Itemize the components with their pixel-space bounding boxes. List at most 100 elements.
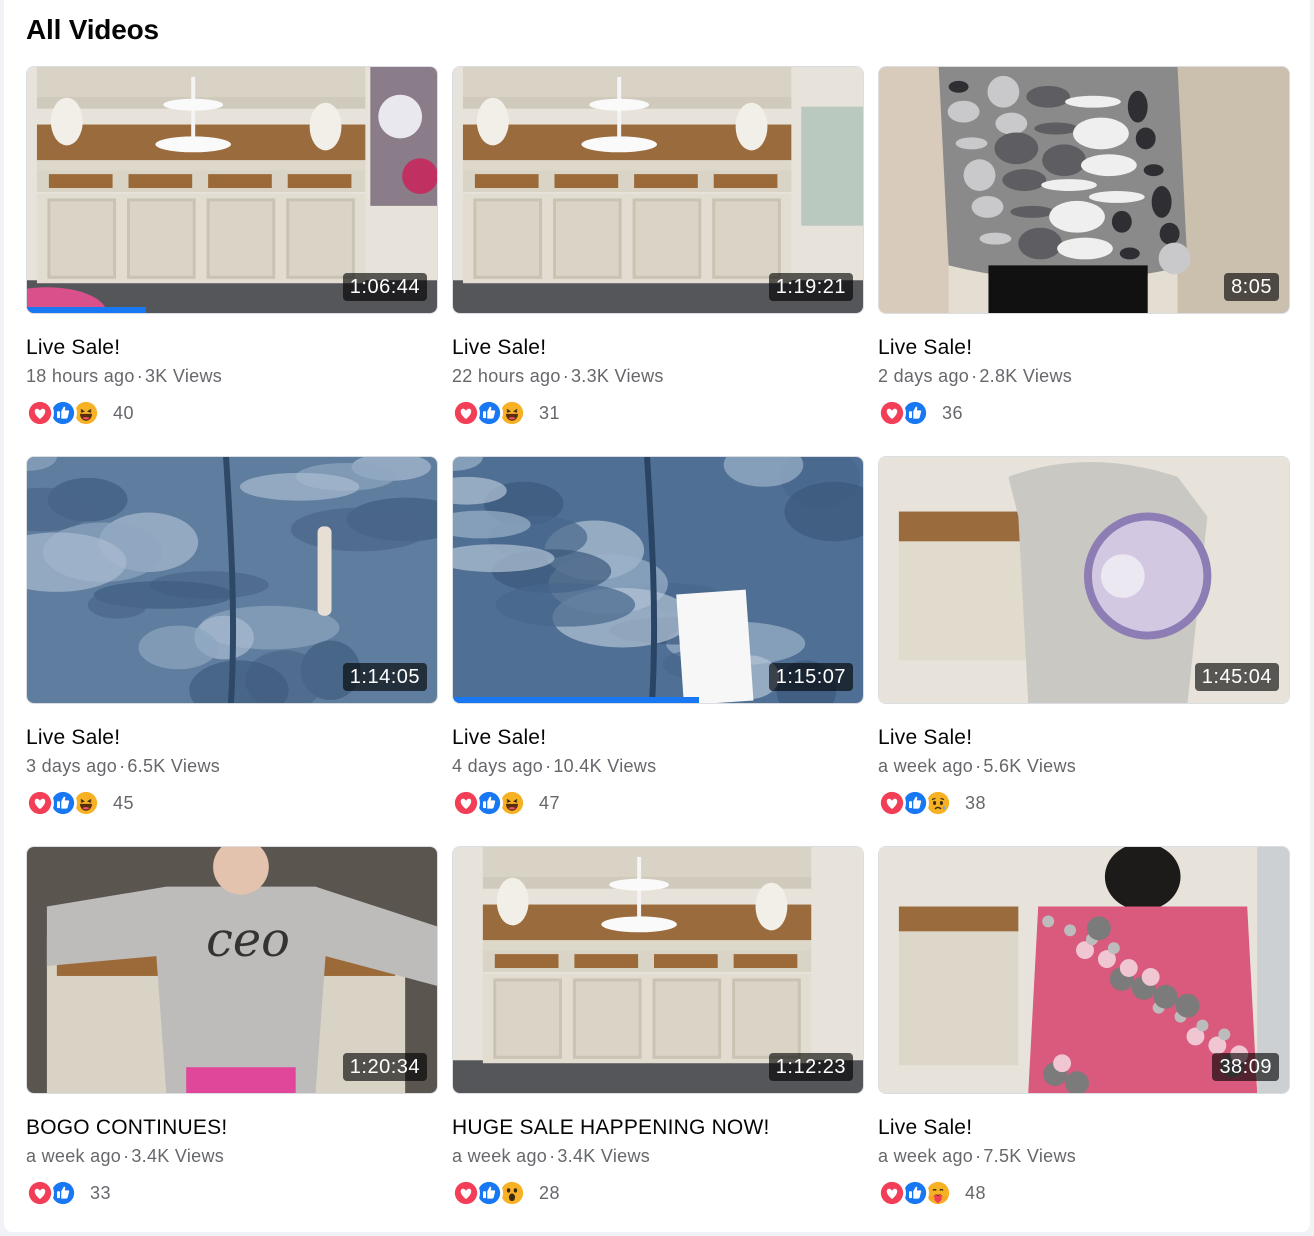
video-thumbnail[interactable]: 38:09 [878,846,1290,1094]
video-posted-time: a week ago [452,1146,548,1166]
video-card[interactable]: 8:05 Live Sale! 2 days ago · 2.8K Views … [878,66,1290,456]
video-thumbnail[interactable]: ceo 1:20:34 [26,846,438,1094]
video-meta: a week ago · 7.5K Views [878,1144,1076,1168]
reactions-summary[interactable]: 45 [26,788,134,818]
meta-separator: · [562,366,569,386]
reaction-icons [878,1179,952,1207]
video-posted-time: 3 days ago [26,756,118,776]
reactions-summary[interactable]: 40 [26,398,134,428]
reaction-count: 38 [965,792,987,813]
video-card[interactable]: 1:06:44 Live Sale! 18 hours ago · 3K Vie… [26,66,438,456]
video-view-count: 10.4K Views [553,756,657,776]
reaction-icons [452,1179,526,1207]
video-duration: 8:05 [1224,273,1279,301]
love-icon [26,789,54,817]
video-title[interactable]: Live Sale! [878,334,972,362]
video-meta: 2 days ago · 2.8K Views [878,364,1072,388]
video-meta: a week ago · 3.4K Views [26,1144,224,1168]
meta-separator: · [119,756,126,776]
video-meta: 3 days ago · 6.5K Views [26,754,220,778]
reaction-count: 31 [539,402,561,423]
video-title[interactable]: Live Sale! [452,334,546,362]
video-thumbnail[interactable]: 1:14:05 [26,456,438,704]
meta-separator: · [123,1146,130,1166]
reaction-icons [26,1179,77,1207]
love-icon [452,789,480,817]
video-grid: 1:06:44 Live Sale! 18 hours ago · 3K Vie… [26,66,1290,1236]
video-title[interactable]: BOGO CONTINUES! [26,1114,227,1142]
reactions-summary[interactable]: 31 [452,398,560,428]
reaction-count: 33 [90,1182,112,1203]
love-icon [878,1179,906,1207]
video-view-count: 3.4K Views [557,1146,651,1166]
section-title: All Videos [26,14,159,45]
love-icon [452,399,480,427]
love-icon [26,1179,54,1207]
reaction-icons [26,399,100,427]
video-duration: 1:14:05 [342,663,427,691]
reaction-icons [26,789,100,817]
meta-separator: · [971,366,978,386]
video-duration: 1:15:07 [768,663,853,691]
video-posted-time: a week ago [26,1146,122,1166]
reactions-summary[interactable]: 28 [452,1178,560,1208]
watch-progress-bar [27,307,146,313]
video-thumbnail[interactable]: 8:05 [878,66,1290,314]
video-title[interactable]: HUGE SALE HAPPENING NOW! [452,1114,770,1142]
video-thumbnail[interactable]: 1:12:23 [452,846,864,1094]
meta-separator: · [136,366,143,386]
video-card[interactable]: 38:09 Live Sale! a week ago · 7.5K Views… [878,846,1290,1236]
video-meta: a week ago · 5.6K Views [878,754,1076,778]
meta-separator: · [975,756,982,776]
love-icon [878,789,906,817]
reaction-count: 45 [113,792,135,813]
svg-text:ceo: ceo [206,913,290,968]
video-thumbnail[interactable]: 1:15:07 [452,456,864,704]
reaction-count: 48 [965,1182,987,1203]
video-posted-time: 18 hours ago [26,366,135,386]
reactions-summary[interactable]: 36 [878,398,963,428]
reaction-icons [878,789,952,817]
video-meta: 22 hours ago · 3.3K Views [452,364,664,388]
video-thumbnail[interactable]: 1:45:04 [878,456,1290,704]
video-title[interactable]: Live Sale! [878,724,972,752]
reaction-count: 40 [113,402,135,423]
video-card[interactable]: ceo 1:20:34 BOGO CONTINUES! a week ago ·… [26,846,438,1236]
video-posted-time: a week ago [878,756,974,776]
video-meta: a week ago · 3.4K Views [452,1144,650,1168]
video-posted-time: 4 days ago [452,756,544,776]
reactions-summary[interactable]: 47 [452,788,560,818]
video-duration: 1:20:34 [342,1053,427,1081]
video-card[interactable]: 1:45:04 Live Sale! a week ago · 5.6K Vie… [878,456,1290,846]
meta-separator: · [545,756,552,776]
video-title[interactable]: Live Sale! [26,334,120,362]
reactions-summary[interactable]: 33 [26,1178,111,1208]
video-thumbnail[interactable]: 1:06:44 [26,66,438,314]
video-thumbnail[interactable]: 1:19:21 [452,66,864,314]
video-card[interactable]: 1:14:05 Live Sale! 3 days ago · 6.5K Vie… [26,456,438,846]
video-duration: 1:12:23 [768,1053,853,1081]
video-view-count: 2.8K Views [979,366,1073,386]
reactions-summary[interactable]: 38 [878,788,986,818]
video-duration: 1:45:04 [1194,663,1279,691]
reaction-count: 36 [942,402,964,423]
reaction-icons [452,789,526,817]
video-view-count: 3.3K Views [570,366,664,386]
video-posted-time: 22 hours ago [452,366,561,386]
video-title[interactable]: Live Sale! [26,724,120,752]
reactions-summary[interactable]: 48 [878,1178,986,1208]
reaction-icons [878,399,929,427]
watch-progress-bar [453,697,699,703]
video-card[interactable]: 1:12:23 HUGE SALE HAPPENING NOW! a week … [452,846,864,1236]
video-view-count: 7.5K Views [983,1146,1077,1166]
meta-separator: · [975,1146,982,1166]
love-icon [878,399,906,427]
video-title[interactable]: Live Sale! [452,724,546,752]
reaction-count: 28 [539,1182,561,1203]
video-view-count: 3.4K Views [131,1146,225,1166]
love-icon [26,399,54,427]
video-duration: 38:09 [1212,1053,1279,1081]
video-title[interactable]: Live Sale! [878,1114,972,1142]
video-card[interactable]: 1:19:21 Live Sale! 22 hours ago · 3.3K V… [452,66,864,456]
video-card[interactable]: 1:15:07 Live Sale! 4 days ago · 10.4K Vi… [452,456,864,846]
